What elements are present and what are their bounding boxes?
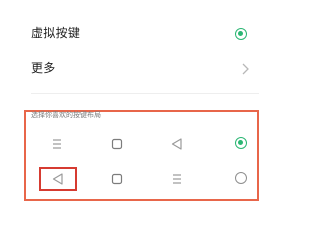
virtual-keys-row[interactable]: 虚拟按键 xyxy=(0,15,281,51)
layout-option-2-radio[interactable] xyxy=(235,172,247,184)
more-label: 更多 xyxy=(31,61,56,75)
square-icon xyxy=(107,134,127,154)
layout-section-title: 选择你喜欢的按键布局 xyxy=(31,111,101,119)
virtual-keys-label: 虚拟按键 xyxy=(31,26,81,40)
square-icon xyxy=(107,169,127,189)
triangle-back-icon xyxy=(167,134,187,154)
chevron-right-icon xyxy=(240,61,250,75)
more-row[interactable]: 更多 xyxy=(0,50,281,86)
menu-icon xyxy=(47,134,67,154)
menu-icon xyxy=(167,169,187,189)
layout-option-1-radio[interactable] xyxy=(235,137,247,149)
virtual-keys-radio[interactable] xyxy=(235,28,247,40)
section-divider xyxy=(31,93,259,94)
virtual-keys-settings-page: 虚拟按键 更多 选择你喜欢的按键布局 xyxy=(0,0,281,213)
triangle-back-icon xyxy=(48,169,68,189)
